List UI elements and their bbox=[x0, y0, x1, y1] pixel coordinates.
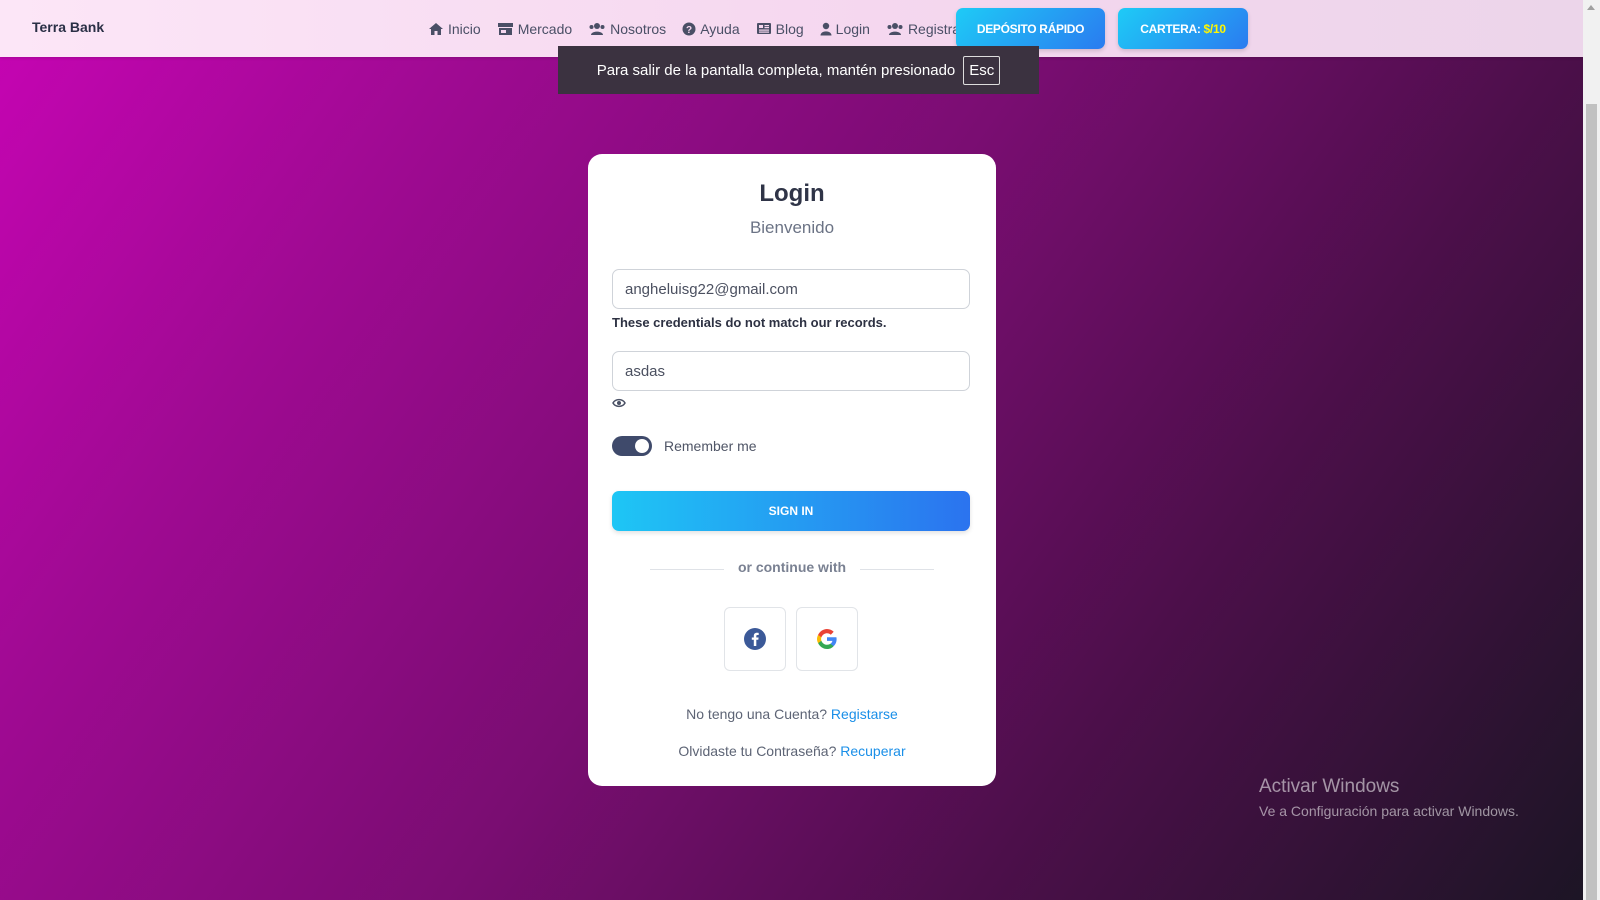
nav-item-mercado[interactable]: Mercado bbox=[497, 21, 572, 37]
nav-item-ayuda[interactable]: ? Ayuda bbox=[682, 20, 740, 37]
google-login-button[interactable] bbox=[796, 607, 858, 671]
nav-label-nosotros: Nosotros bbox=[610, 20, 667, 37]
fullscreen-banner-text: Para salir de la pantalla completa, mant… bbox=[596, 61, 956, 79]
toggle-knob bbox=[635, 439, 649, 453]
login-subtitle: Bienvenido bbox=[749, 218, 835, 237]
continue-with-divider: or continue with bbox=[737, 559, 847, 575]
users-icon bbox=[887, 22, 903, 35]
register-link[interactable]: Registarse bbox=[831, 706, 898, 722]
fullscreen-exit-banner: Para salir de la pantalla completa, mant… bbox=[558, 46, 1039, 94]
recover-link[interactable]: Recuperar bbox=[840, 743, 905, 759]
user-icon bbox=[820, 22, 832, 35]
nav-label-mercado: Mercado bbox=[517, 20, 573, 37]
email-field[interactable] bbox=[612, 269, 970, 309]
eye-icon[interactable] bbox=[612, 398, 626, 408]
newspaper-icon bbox=[756, 23, 771, 34]
credentials-error-message: These credentials do not match our recor… bbox=[612, 315, 887, 330]
login-title: Login bbox=[759, 180, 825, 207]
register-prompt: No tengo una Cuenta? Registarse bbox=[588, 706, 996, 722]
recover-prompt: Olvidaste tu Contraseña? Recuperar bbox=[588, 743, 996, 759]
login-card: Login Bienvenido These credentials do no… bbox=[588, 154, 996, 786]
watermark-subtitle: Ve a Configuración para activar Windows. bbox=[1259, 803, 1519, 819]
nav-item-nosotros[interactable]: Nosotros bbox=[588, 21, 666, 37]
nav-item-blog[interactable]: Blog bbox=[756, 21, 804, 37]
question-circle-icon: ? bbox=[682, 22, 696, 36]
brand-logo[interactable]: Terra Bank bbox=[32, 19, 104, 35]
scroll-up-arrow-icon[interactable] bbox=[1587, 5, 1595, 10]
password-field[interactable] bbox=[612, 351, 970, 391]
store-icon bbox=[497, 22, 513, 35]
page-scrollbar[interactable] bbox=[1583, 0, 1600, 900]
users-icon bbox=[589, 22, 605, 35]
sign-in-label: SIGN IN bbox=[768, 504, 814, 518]
remember-me-toggle[interactable] bbox=[612, 436, 652, 456]
facebook-icon bbox=[744, 628, 766, 650]
no-account-text: No tengo una Cuenta? bbox=[686, 706, 828, 722]
google-icon bbox=[817, 629, 837, 649]
sign-in-button[interactable]: SIGN IN bbox=[612, 491, 970, 531]
facebook-login-button[interactable] bbox=[724, 607, 786, 671]
nav-item-inicio[interactable]: Inicio bbox=[428, 21, 481, 37]
quick-deposit-label: DEPÓSITO RÁPIDO bbox=[976, 21, 1085, 36]
windows-activation-watermark: Activar Windows Ve a Configuración para … bbox=[1259, 776, 1519, 819]
quick-deposit-button[interactable]: DEPÓSITO RÁPIDO bbox=[956, 8, 1105, 49]
esc-key-badge: Esc bbox=[963, 55, 1001, 85]
nav-label-blog: Blog bbox=[775, 20, 804, 37]
wallet-button[interactable]: CARTERA: $/10 bbox=[1118, 8, 1248, 49]
nav-label-login: Login bbox=[835, 20, 870, 37]
nav-label-ayuda: Ayuda bbox=[700, 20, 740, 37]
nav-label-inicio: Inicio bbox=[448, 20, 481, 37]
remember-me-label: Remember me bbox=[664, 438, 757, 454]
wallet-amount: $/10 bbox=[1203, 21, 1226, 36]
forgot-password-text: Olvidaste tu Contraseña? bbox=[678, 743, 837, 759]
nav-item-login[interactable]: Login bbox=[820, 21, 870, 37]
home-icon bbox=[429, 22, 443, 35]
watermark-title: Activar Windows bbox=[1259, 776, 1400, 797]
svg-text:?: ? bbox=[686, 25, 692, 36]
wallet-label: CARTERA: bbox=[1140, 21, 1201, 36]
scroll-thumb[interactable] bbox=[1586, 104, 1597, 900]
